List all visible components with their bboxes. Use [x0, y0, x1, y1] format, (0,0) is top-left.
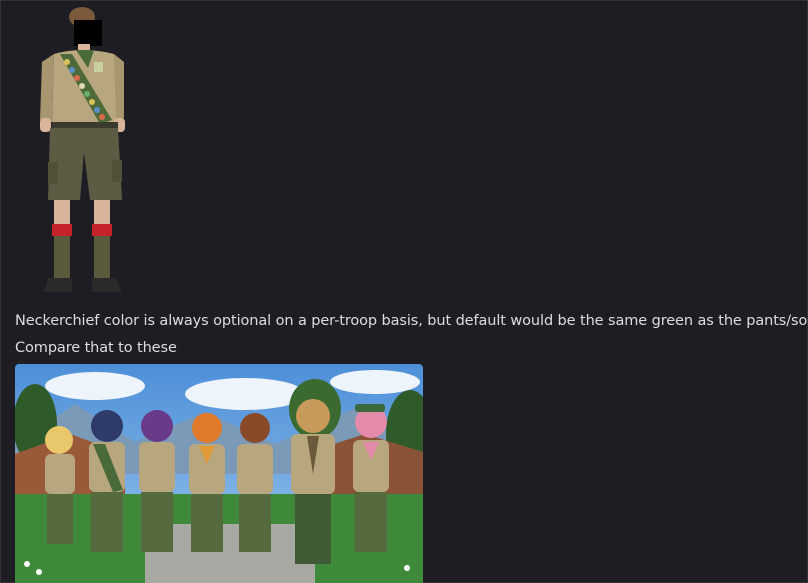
scout-figure — [40, 7, 125, 292]
anime-scouts-scene — [15, 364, 423, 583]
message-text-compare: Compare that to these — [15, 340, 177, 356]
attachment-image-anime-scouts[interactable] — [15, 364, 423, 583]
message-text-neckerchief: Neckerchief color is always optional on … — [15, 313, 808, 329]
attachment-image-scout-uniform[interactable] — [24, 2, 134, 298]
